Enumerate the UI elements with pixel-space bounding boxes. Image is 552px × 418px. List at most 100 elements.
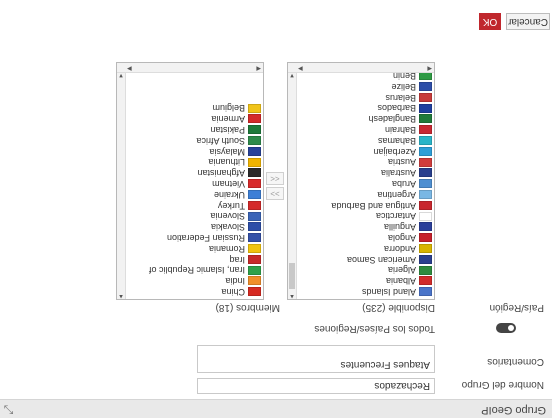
member-country-item-label: Vietnam — [212, 179, 245, 190]
flag-icon — [248, 146, 261, 156]
member-country-item[interactable]: Romania — [117, 243, 261, 254]
available-list[interactable]: Aland Islands Albania Algeria American Samo… — [287, 62, 435, 300]
flag-icon — [419, 103, 432, 113]
available-country-item[interactable]: Aland Islands — [288, 286, 432, 297]
available-vertical-scrollbar[interactable]: ▲ ▼ — [288, 72, 297, 299]
flag-icon — [248, 200, 261, 210]
flag-icon — [419, 92, 432, 102]
flag-icon — [419, 211, 432, 221]
members-list[interactable]: China India Iran, Islamic Republic of Iraq R… — [116, 62, 264, 300]
available-items: Aland Islands Albania Algeria American Samo… — [288, 70, 434, 299]
member-country-item[interactable]: Lithuania — [117, 157, 261, 167]
flag-icon — [248, 233, 261, 243]
member-country-item-label: Armenia — [211, 114, 245, 125]
available-country-item-label: Anguilla — [383, 222, 416, 233]
available-country-item-label: Algeria — [387, 265, 416, 276]
scroll-up-arrow[interactable]: ▲ — [117, 293, 125, 299]
flag-icon — [419, 200, 432, 210]
member-country-item-label: Pakistan — [210, 125, 245, 136]
member-country-item-label: Slovenia — [210, 211, 245, 222]
flag-icon — [419, 179, 432, 189]
flag-icon — [419, 233, 432, 243]
flag-icon — [248, 222, 261, 232]
members-horizontal-scrollbar[interactable]: ◀ ▶ — [117, 63, 263, 73]
members-vertical-scrollbar[interactable]: ▲ ▼ — [117, 72, 126, 299]
available-horizontal-scrollbar[interactable]: ◀ ▶ — [288, 63, 434, 73]
available-country-item[interactable]: Argentina — [288, 189, 432, 200]
available-country-item[interactable]: Austria — [288, 157, 432, 167]
member-country-item[interactable]: Iraq — [117, 254, 261, 265]
available-country-item[interactable]: Belarus — [288, 92, 432, 103]
available-country-item[interactable]: Bahamas — [288, 135, 432, 146]
available-country-item[interactable]: Aruba — [288, 178, 432, 189]
cancel-button[interactable]: Cancelar — [506, 13, 550, 30]
available-country-item[interactable]: Antigua and Barbuda — [288, 200, 432, 211]
flag-icon — [248, 276, 261, 286]
flag-icon — [419, 189, 432, 199]
member-country-item[interactable]: Belgium — [117, 103, 261, 113]
available-country-item-label: American Samoa — [346, 254, 416, 265]
available-country-item[interactable]: Anguilla — [288, 221, 432, 232]
member-country-item[interactable]: Armenia — [117, 113, 261, 124]
flag-icon — [419, 81, 432, 91]
flag-icon — [248, 125, 261, 135]
available-country-item[interactable]: Angola — [288, 232, 432, 243]
available-country-item-label: Andorra — [383, 243, 416, 254]
available-country-item[interactable]: Barbados — [288, 103, 432, 113]
member-country-item[interactable]: Vietnam — [117, 178, 261, 189]
resize-icon[interactable]: ⤡ — [4, 402, 14, 417]
available-country-item-label: Aruba — [391, 179, 416, 190]
ok-button[interactable]: OK — [479, 13, 501, 30]
group-name-input[interactable]: Rechazados — [197, 378, 435, 394]
member-country-item[interactable]: Afghanistan — [117, 167, 261, 178]
member-items: China India Iran, Islamic Republic of Iraq R… — [117, 103, 263, 299]
available-country-item-label: Antigua and Barbuda — [331, 200, 416, 211]
available-country-item-label: Australia — [380, 168, 416, 179]
remove-from-members-button[interactable]: << — [266, 172, 284, 185]
comments-label: Comentarios — [487, 356, 544, 367]
member-country-item[interactable]: South Africa — [117, 135, 261, 146]
available-country-item[interactable]: Australia — [288, 167, 432, 178]
member-country-item[interactable]: Iran, Islamic Republic of — [117, 265, 261, 275]
scroll-right-arrow[interactable]: ▶ — [298, 65, 303, 72]
flag-icon — [248, 114, 261, 124]
member-country-item[interactable]: India — [117, 275, 261, 286]
member-country-item[interactable]: Pakistan — [117, 124, 261, 135]
member-country-item[interactable]: Russian Federation — [117, 232, 261, 243]
flag-icon — [248, 254, 261, 264]
available-country-item[interactable]: Bangladesh — [288, 113, 432, 124]
available-country-item[interactable]: Azerbaijan — [288, 146, 432, 157]
available-country-item[interactable]: Andorra — [288, 243, 432, 254]
scroll-left-arrow[interactable]: ◀ — [427, 65, 432, 72]
flag-icon — [419, 243, 432, 253]
available-country-item[interactable]: Antarctica — [288, 211, 432, 221]
member-country-item[interactable]: China — [117, 286, 261, 297]
title-bar: Grupo GeoIP ⤡ — [0, 399, 552, 418]
available-header: Disponible (235) — [362, 302, 435, 313]
member-country-item[interactable]: Malaysia — [117, 146, 261, 157]
all-countries-toggle[interactable] — [496, 323, 516, 333]
flag-icon — [248, 189, 261, 199]
available-country-item[interactable]: Albania — [288, 275, 432, 286]
member-country-item[interactable]: Turkey — [117, 200, 261, 211]
scroll-thumb[interactable] — [289, 263, 295, 289]
member-country-item-label: Slovakia — [210, 222, 245, 233]
available-country-item[interactable]: American Samoa — [288, 254, 432, 265]
member-country-item[interactable]: Ukraine — [117, 189, 261, 200]
member-country-item[interactable]: Slovakia — [117, 221, 261, 232]
flag-icon — [419, 157, 432, 167]
available-country-item-label: Bahrain — [384, 125, 416, 136]
available-country-item[interactable]: Belize — [288, 81, 432, 92]
flag-icon — [419, 276, 432, 286]
scroll-right-arrow[interactable]: ▶ — [127, 65, 132, 72]
flag-icon — [419, 168, 432, 178]
available-country-item[interactable]: Bahrain — [288, 124, 432, 135]
add-to-members-button[interactable]: >> — [266, 187, 284, 200]
flag-icon — [419, 125, 432, 135]
scroll-up-arrow[interactable]: ▲ — [288, 293, 296, 299]
scroll-left-arrow[interactable]: ◀ — [256, 65, 261, 72]
member-country-item[interactable]: Slovenia — [117, 211, 261, 222]
member-country-item-label: Afghanistan — [197, 168, 245, 179]
available-country-item[interactable]: Algeria — [288, 265, 432, 276]
comments-textarea[interactable]: Ataques Frecuentes — [197, 345, 435, 373]
